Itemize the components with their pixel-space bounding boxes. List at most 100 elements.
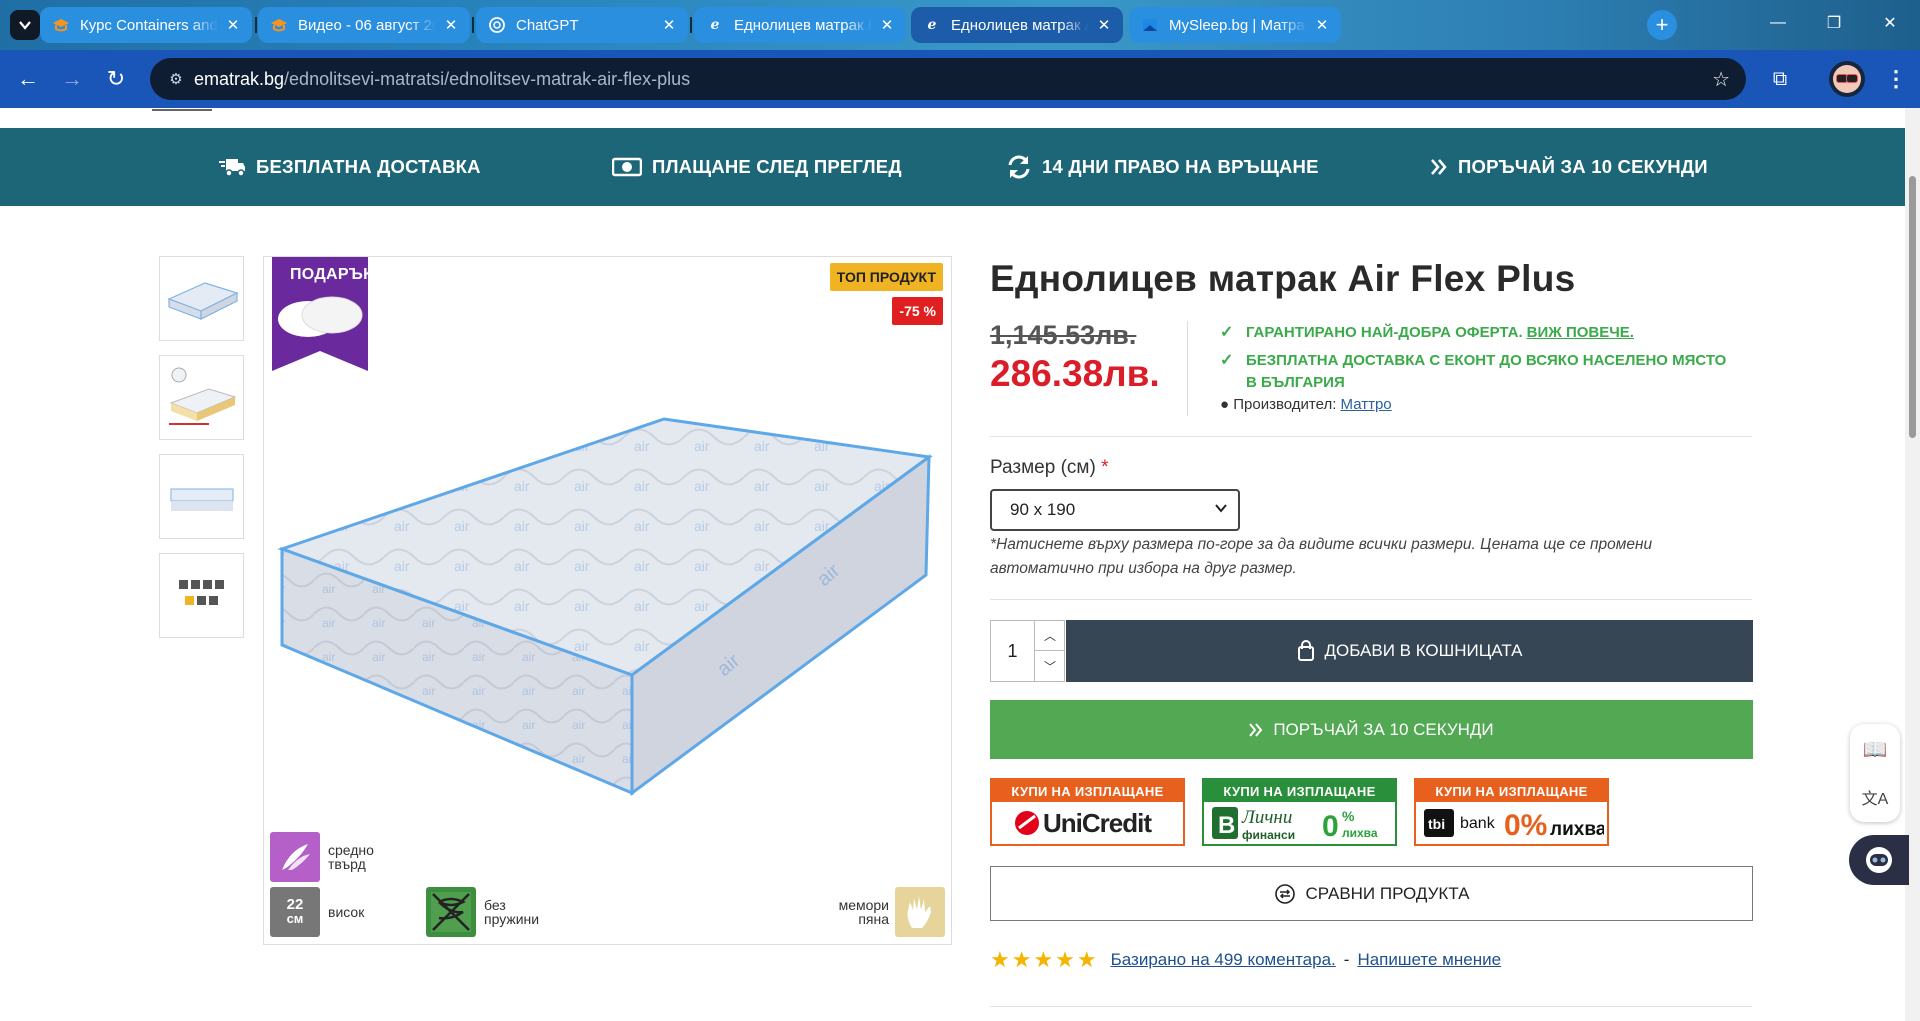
ematrak-e-icon: e [927,17,937,33]
manufacturer-label: Производител: [1233,396,1337,413]
size-label-text: Размер (см) [990,457,1096,478]
quantity-value[interactable]: 1 [991,621,1035,681]
shopping-bag-icon [1297,640,1315,662]
tbi-bank-leasing-button[interactable]: КУПИ НА ИЗПЛАЩАНЕ tbi bank 0% лихва [1414,778,1609,846]
manufacturer: ● Производител: Маттро [1220,396,1392,413]
translate-icon: 文A [1861,791,1889,808]
quantity-stepper[interactable]: 1 ︿ ﹀ [990,620,1065,682]
gift-badge: ПОДАРЪК [272,257,373,371]
tab-title: Видео - 06 август 2024 - Д [298,16,436,34]
cash-icon [612,156,642,178]
scrollbar-thumb[interactable] [1909,176,1916,438]
close-icon[interactable]: ✕ [660,16,678,34]
feature-memory-foam: мемори пяна [839,887,945,937]
close-icon[interactable]: ✕ [1313,16,1331,34]
tab-title: ChatGPT [516,16,579,34]
reload-button[interactable]: ↻ [100,63,132,95]
svg-text:UniCredit: UniCredit [1043,808,1152,838]
mattress-thumbnail-image [166,281,239,320]
chevron-down-icon [19,21,31,30]
chevron-up-icon[interactable]: ︿ [1035,621,1065,651]
tab-chatgpt[interactable]: ChatGPT ✕ [476,7,688,43]
plus-icon: + [1655,12,1669,37]
add-to-cart-label: ДОБАВИ В КОШНИЦАТА [1324,641,1523,660]
tab-search-button[interactable] [10,10,40,40]
close-icon[interactable]: ✕ [878,16,896,34]
extensions-button[interactable]: ⧉ [1764,63,1796,95]
gallery-thumbnail[interactable] [159,355,244,440]
translate-button[interactable]: 文A [1850,774,1900,820]
best-offer-guarantee: ✓ ГАРАНТИРАНО НАЙ-ДОБРА ОФЕРТА. ВИЖ ПОВЕЧ… [1220,322,1634,344]
unicredit-leasing-button[interactable]: КУПИ НА ИЗПЛАЩАНЕ UniCredit [990,778,1185,846]
forward-button[interactable]: → [56,63,88,95]
page-content: БЕЗПЛАТНА ДОСТАВКА ПЛАЩАНЕ СЛЕД ПРЕГЛЕД … [0,108,1905,1021]
manufacturer-link[interactable]: Маттро [1341,396,1392,413]
unicredit-logo: UniCredit [992,802,1183,844]
feathers-icon [270,832,320,882]
back-button[interactable]: ← [12,63,44,95]
compare-button[interactable]: СРАВНИ ПРОДУКТА [990,866,1753,921]
svg-text:финанси: финанси [1242,828,1295,842]
reviews-count-link[interactable]: Базирано на 499 коментара. [1111,950,1336,970]
new-tab-button[interactable]: + [1647,10,1677,40]
see-more-link[interactable]: ВИЖ ПОВЕЧЕ. [1527,324,1634,341]
feature-height: 22 см висок [270,887,364,937]
minimize-button[interactable]: — [1750,0,1806,46]
double-chevron-icon [1249,722,1263,737]
close-icon[interactable]: ✕ [224,16,242,34]
main-product-image[interactable]: air air air air ПОДАРЪК ТОП ПРОДУКТ -75 … [263,256,952,945]
bookmark-star-icon[interactable]: ☆ [1712,67,1730,92]
svg-text:tbi: tbi [1428,816,1445,832]
tab-air-flex-mattress[interactable]: e Еднолицев матрак Air Flex ✕ [911,7,1123,43]
tab-title: Еднолицев матрак Венера [734,16,872,34]
close-window-button[interactable]: ✕ [1862,0,1918,46]
gallery-thumbnail[interactable] [159,256,244,341]
close-icon[interactable]: ✕ [1095,16,1113,34]
chevron-down-icon[interactable]: ﹀ [1035,651,1065,681]
delivery-text: В БЪЛГАРИЯ [1246,374,1345,391]
bullet-icon: ● [1220,396,1230,413]
gift-label: ПОДАРЪК [290,266,374,283]
tbi-bank-logo: tbi bank 0% лихва [1416,802,1607,844]
write-review-link[interactable]: Напишете мнение [1357,950,1501,970]
feature-medium-firm: средно твърд [270,832,374,882]
tab-containers-course[interactable]: Курс Containers and Cloud ✕ [40,7,252,43]
delivery-truck-icon [218,156,246,178]
site-settings-icon[interactable]: ⚙ [158,70,194,88]
browser-menu-button[interactable]: ⋮ [1880,63,1912,95]
divider [990,436,1752,437]
svg-text:B: B [1218,812,1235,839]
tab-video[interactable]: Видео - 06 август 2024 - Д ✕ [258,7,470,43]
compare-arrows-icon [1274,883,1296,905]
tab-mysleep[interactable]: MySleep.bg | Матраци с д ✕ [1129,7,1341,43]
free-delivery-note: ✓ БЕЗПЛАТНА ДОСТАВКА С ЕКОНТ ДО ВСЯКО НА… [1220,350,1726,394]
benefit-order-10-seconds: ПОРЪЧАЙ ЗА 10 СЕКУНДИ [1430,128,1708,206]
lichni-finansi-logo: B Лични финанси 0% лихва [1204,802,1395,844]
no-springs-icon [426,887,476,937]
divider [1187,321,1188,416]
svg-text:bank: bank [1460,815,1496,832]
feature-label: твърд [328,856,366,872]
quick-order-button[interactable]: ПОРЪЧАЙ ЗА 10 СЕКУНДИ [990,700,1753,759]
assistant-bot-button[interactable] [1849,835,1909,885]
reader-button[interactable]: 📖 [1850,726,1900,772]
current-price: 286.38лв. [990,353,1160,394]
profile-avatar[interactable] [1829,61,1865,97]
chatgpt-icon [488,16,506,34]
tab-title: Еднолицев матрак Air Flex [951,16,1089,34]
minimize-icon: — [1770,14,1786,31]
close-icon[interactable]: ✕ [442,16,460,34]
gallery-thumbnail[interactable] [159,553,244,638]
arrow-right-icon: → [61,66,83,91]
size-select[interactable]: 90 х 190 [990,489,1240,531]
lichni-finansi-leasing-button[interactable]: КУПИ НА ИЗПЛАЩАНЕ B Лични финанси 0% лихва [1202,778,1397,846]
moodle-hat-icon [52,16,70,34]
address-bar[interactable]: ⚙ ematrak.bg/ednolitsevi-matratsi/ednoli… [150,58,1746,100]
add-to-cart-button[interactable]: ДОБАВИ В КОШНИЦАТА [1066,620,1753,682]
mattress-side-thumbnail-image [170,488,233,511]
tab-venera-mattress[interactable]: e Еднолицев матрак Венера ✕ [694,7,906,43]
tab-separator [472,17,474,33]
gallery-thumbnail[interactable] [159,454,244,539]
restore-button[interactable]: ❐ [1806,0,1862,46]
svg-text:лихва: лихва [1342,826,1378,840]
